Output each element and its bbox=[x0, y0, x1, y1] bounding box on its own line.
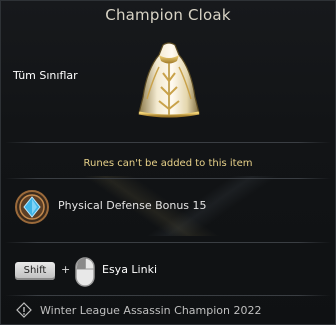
runes-note: Runes can't be added to this item bbox=[83, 158, 253, 169]
divider bbox=[5, 295, 331, 296]
item-link-label: Esya Linki bbox=[102, 263, 158, 276]
divider bbox=[5, 142, 331, 143]
item-source-text: Winter League Assassin Champion 2022 bbox=[40, 304, 262, 317]
mouse-left-click-icon bbox=[75, 257, 95, 287]
item-tooltip: Champion Cloak Tüm Sınıflar Runes can't … bbox=[0, 0, 336, 325]
cloak-icon bbox=[138, 42, 200, 118]
defense-gem-icon bbox=[15, 190, 49, 224]
shift-key: Shift bbox=[15, 262, 55, 280]
class-restriction-label: Tüm Sınıflar bbox=[13, 69, 78, 82]
plus-sign: + bbox=[61, 263, 71, 276]
divider bbox=[5, 242, 331, 243]
info-diamond-icon bbox=[16, 302, 32, 318]
divider bbox=[5, 178, 331, 179]
item-title: Champion Cloak bbox=[105, 6, 231, 24]
bonus-stat-text: Physical Defense Bonus 15 bbox=[58, 199, 207, 212]
